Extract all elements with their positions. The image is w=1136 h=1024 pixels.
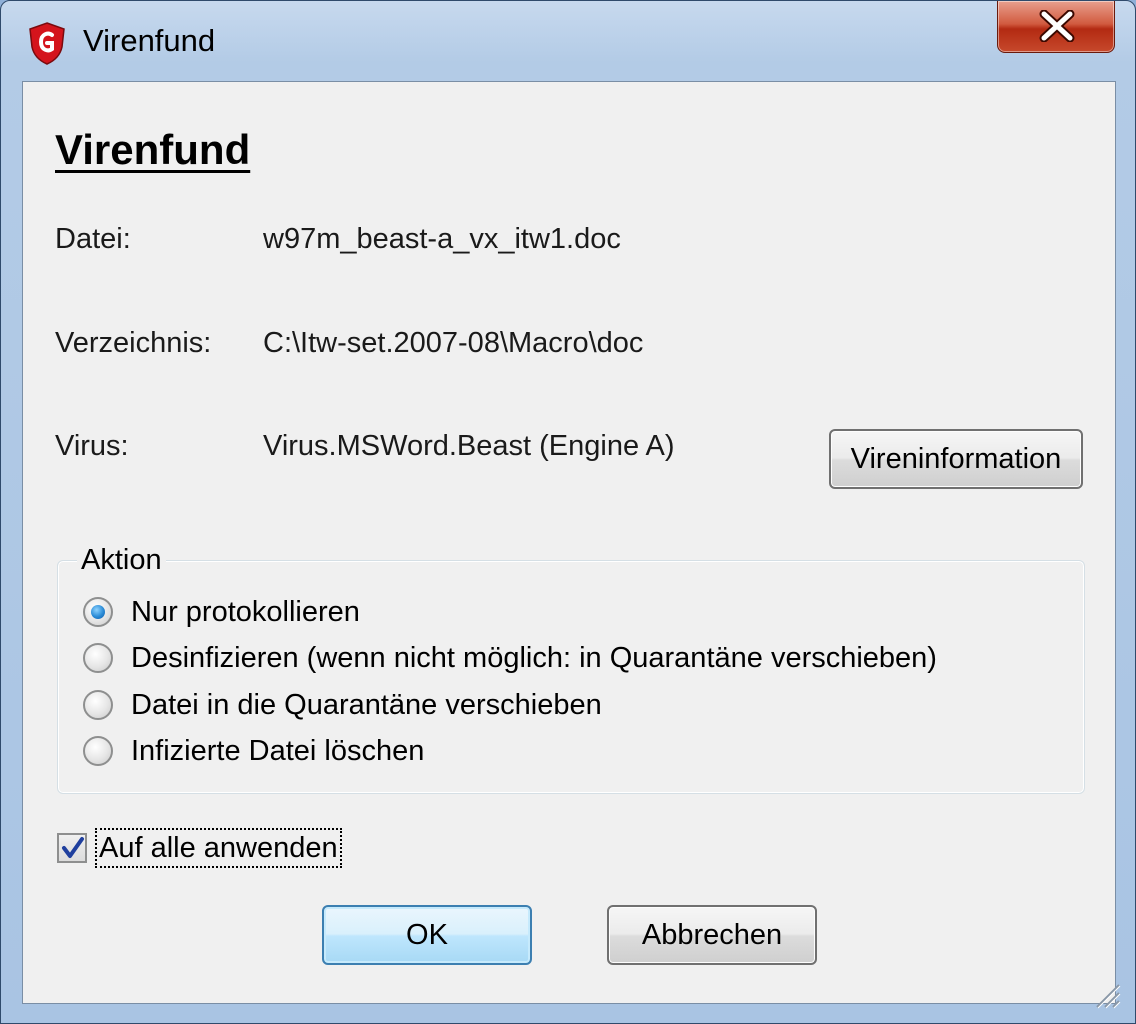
- radio-button[interactable]: [83, 597, 113, 627]
- ok-button[interactable]: OK: [322, 905, 532, 965]
- radio-log-only[interactable]: Nur protokollieren: [83, 592, 360, 632]
- dialog-content: Virenfund Datei: w97m_beast-a_vx_itw1.do…: [22, 81, 1116, 1004]
- file-label: Datei:: [55, 223, 131, 255]
- radio-button[interactable]: [83, 643, 113, 673]
- cancel-button[interactable]: Abbrechen: [607, 905, 817, 965]
- virus-info-button[interactable]: Vireninformation: [829, 429, 1083, 489]
- action-legend: Aktion: [77, 542, 166, 578]
- check-icon: [62, 837, 84, 858]
- directory-label: Verzeichnis:: [55, 327, 212, 359]
- apply-all-label: Auf alle anwenden: [95, 828, 342, 868]
- file-value: w97m_beast-a_vx_itw1.doc: [263, 223, 621, 255]
- virus-value: Virus.MSWord.Beast (Engine A): [263, 430, 675, 462]
- page-title: Virenfund: [55, 126, 251, 173]
- radio-quarantine[interactable]: Datei in die Quarantäne verschieben: [83, 685, 602, 725]
- radio-button[interactable]: [83, 736, 113, 766]
- close-icon: [1039, 10, 1075, 42]
- radio-button[interactable]: [83, 690, 113, 720]
- apply-all-checkbox[interactable]: [57, 833, 87, 863]
- radio-label: Infizierte Datei löschen: [131, 735, 425, 767]
- apply-all-checkbox-row[interactable]: Auf alle anwenden: [57, 828, 342, 868]
- dialog-window: Virenfund Virenfund Datei: w97m_beast-a_…: [0, 0, 1136, 1024]
- radio-label: Desinfizieren (wenn nicht möglich: in Qu…: [131, 642, 937, 674]
- directory-value: C:\Itw-set.2007-08\Macro\doc: [263, 327, 644, 359]
- radio-disinfect[interactable]: Desinfizieren (wenn nicht möglich: in Qu…: [83, 638, 937, 678]
- radio-label: Datei in die Quarantäne verschieben: [131, 689, 602, 721]
- shield-icon: [27, 21, 67, 65]
- radio-label: Nur protokollieren: [131, 596, 360, 628]
- resize-grip-icon[interactable]: [1091, 979, 1121, 1009]
- window-title: Virenfund: [83, 23, 216, 58]
- radio-delete[interactable]: Infizierte Datei löschen: [83, 731, 424, 771]
- virus-label: Virus:: [55, 430, 129, 462]
- title-bar[interactable]: Virenfund: [1, 1, 1135, 79]
- close-button[interactable]: [997, 1, 1115, 53]
